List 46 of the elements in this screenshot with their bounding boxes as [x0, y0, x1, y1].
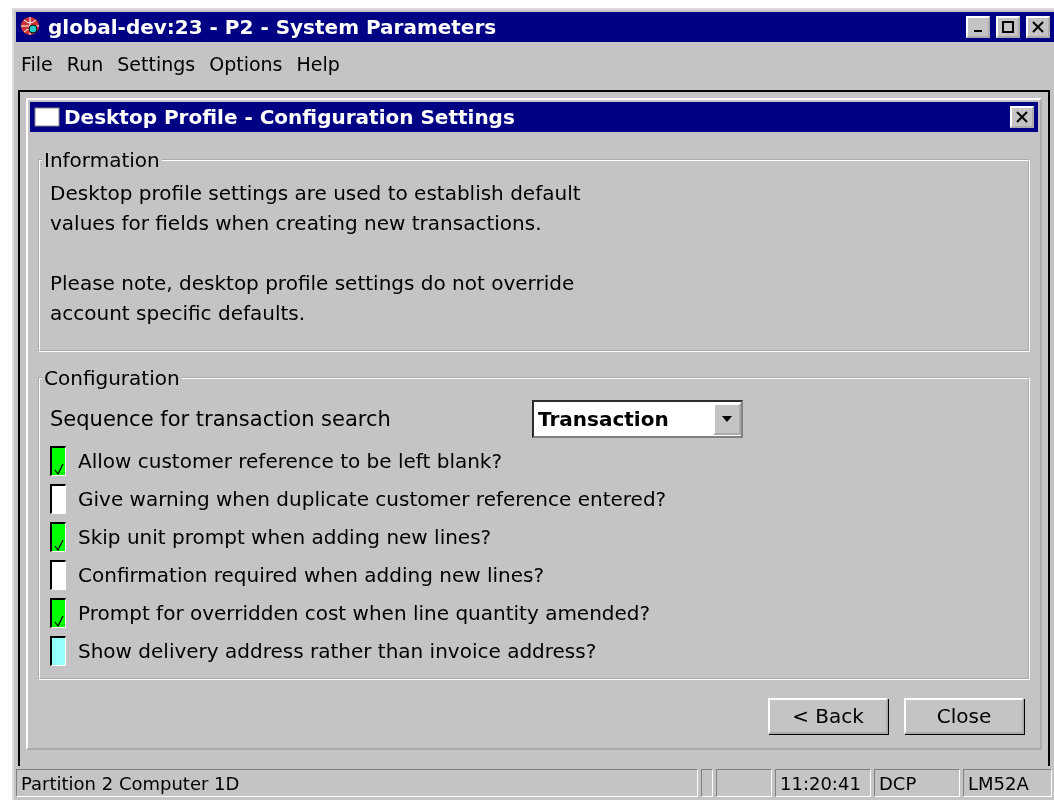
checkbox-label: Give warning when duplicate customer reference entered? [78, 487, 667, 511]
menu-item[interactable]: File [14, 53, 60, 75]
checkbox[interactable] [50, 522, 66, 552]
field-label: Sequence for transaction search [50, 407, 392, 431]
close-icon [1032, 21, 1044, 33]
maximize-icon [1002, 21, 1014, 33]
checkbox[interactable] [50, 484, 66, 514]
checkbox[interactable] [50, 446, 66, 476]
window-title: global-dev:23 - P2 - System Parameters [48, 15, 498, 39]
group-legend: Configuration [42, 366, 182, 390]
checkbox-label: Show delivery address rather than invoice address? [78, 639, 597, 663]
checkbox-label: Skip unit prompt when adding new lines? [78, 525, 492, 549]
status-user: DCP [874, 769, 960, 797]
checkbox[interactable] [50, 560, 66, 590]
window-icon [34, 107, 60, 127]
sequence-dropdown[interactable]: Transaction [532, 400, 743, 438]
menu-item[interactable]: Run [59, 53, 111, 75]
maximize-button[interactable] [996, 16, 1020, 38]
check-icon [53, 615, 64, 627]
status-pane [701, 769, 713, 797]
back-button[interactable]: < Back [768, 698, 888, 734]
minimize-button[interactable] [966, 16, 990, 38]
status-pane [716, 769, 772, 797]
check-icon [53, 463, 64, 475]
info-text: Please note, desktop profile settings do not override account specific defaults. [50, 270, 576, 327]
close-button[interactable] [1026, 16, 1050, 38]
menu-item[interactable]: Settings [110, 53, 203, 75]
status-time: 11:20:41 [775, 769, 871, 797]
group-legend: Information [42, 148, 162, 172]
checkbox[interactable] [50, 598, 66, 628]
info-text: Desktop profile settings are used to establish default values for fields when creating new transactions. [50, 180, 582, 237]
minimize-icon [974, 30, 982, 32]
close-dialog-button[interactable]: Close [904, 698, 1024, 734]
checkbox[interactable] [50, 636, 66, 666]
status-terminal: LM52A [963, 769, 1052, 797]
menu-item[interactable]: Help [289, 53, 347, 75]
checkbox-label: Confirmation required when adding new lines? [78, 563, 545, 587]
checkbox-label: Prompt for overridden cost when line quantity amended? [78, 601, 651, 625]
check-icon [53, 539, 64, 551]
close-icon [1016, 111, 1028, 123]
close-button[interactable] [1010, 106, 1034, 128]
checkbox-label: Allow customer reference to be left blank? [78, 449, 503, 473]
globe-icon [20, 16, 42, 38]
status-message: Partition 2 Computer 1D [16, 769, 698, 797]
menu-item[interactable]: Options [202, 53, 290, 75]
dialog-title: Desktop Profile - Configuration Settings [64, 105, 516, 129]
